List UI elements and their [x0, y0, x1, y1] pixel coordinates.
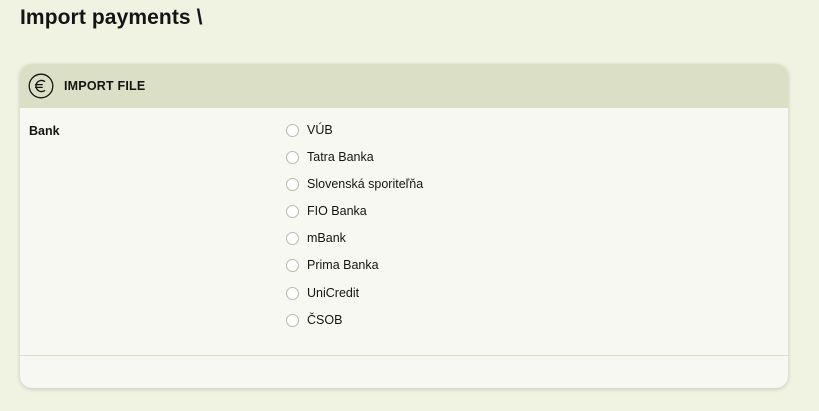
radio-button[interactable]: [286, 313, 299, 327]
radio-button[interactable]: [286, 151, 299, 165]
bank-option-mbank[interactable]: mBank: [286, 230, 423, 257]
bank-option-tatra-banka[interactable]: Tatra Banka: [286, 149, 423, 176]
bank-option-label[interactable]: UniCredit: [307, 285, 359, 301]
bank-option-label[interactable]: Slovenská sporiteľňa: [307, 176, 423, 192]
bank-option-label[interactable]: VÚB: [307, 122, 333, 138]
bank-option-fio-banka[interactable]: FIO Banka: [286, 203, 423, 230]
page-title: Import payments \: [20, 6, 203, 29]
euro-circle-icon: [28, 73, 54, 99]
bank-option-vub[interactable]: VÚB: [286, 122, 423, 149]
radio-button[interactable]: [286, 286, 299, 300]
radio-button[interactable]: [286, 178, 299, 192]
bank-option-csob[interactable]: ČSOB: [286, 312, 423, 339]
card-header: IMPORT FILE: [20, 64, 788, 108]
bank-field-label: Bank: [29, 124, 60, 138]
card-body: Bank VÚB Tatra Banka Slovenská sporiteľň…: [20, 108, 788, 356]
bank-option-label[interactable]: ČSOB: [307, 312, 342, 328]
bank-option-label[interactable]: Tatra Banka: [307, 149, 374, 165]
bank-option-label[interactable]: mBank: [307, 230, 346, 246]
bank-option-prima-banka[interactable]: Prima Banka: [286, 257, 423, 284]
bank-radio-group: VÚB Tatra Banka Slovenská sporiteľňa FIO…: [286, 122, 423, 339]
bank-option-label[interactable]: Prima Banka: [307, 257, 379, 273]
radio-button[interactable]: [286, 205, 299, 219]
radio-button[interactable]: [286, 259, 299, 273]
card-title: IMPORT FILE: [64, 79, 146, 93]
bank-option-unicredit[interactable]: UniCredit: [286, 285, 423, 312]
bank-option-slovenska-sporitelna[interactable]: Slovenská sporiteľňa: [286, 176, 423, 203]
import-file-card: IMPORT FILE Bank VÚB Tatra Banka Slovens…: [20, 64, 788, 388]
radio-button[interactable]: [286, 232, 299, 246]
bank-option-label[interactable]: FIO Banka: [307, 203, 367, 219]
radio-button[interactable]: [286, 124, 299, 137]
